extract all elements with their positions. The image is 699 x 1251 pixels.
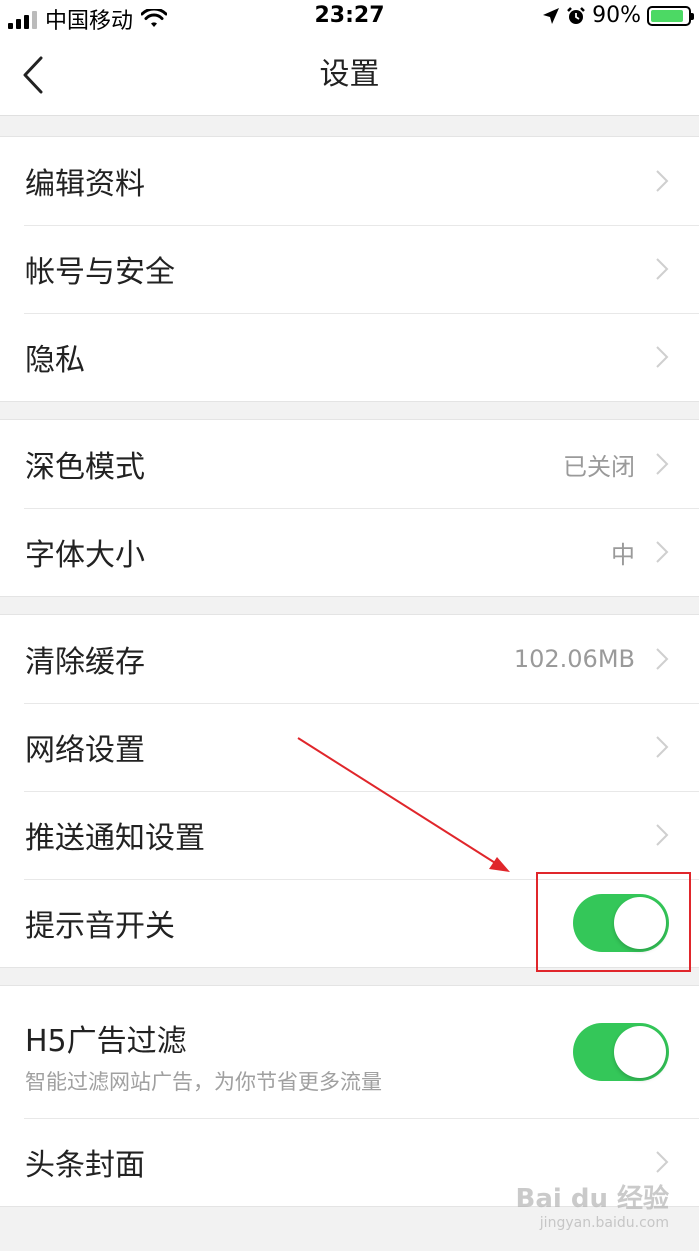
page-title: 设置 xyxy=(319,57,380,92)
battery-percent: 90% xyxy=(592,3,641,28)
status-bar: 中国移动 23:27 90% xyxy=(0,0,699,34)
annotation-highlight-box xyxy=(536,872,691,972)
settings-row-network[interactable]: 网络设置 xyxy=(0,703,699,791)
chevron-right-icon xyxy=(656,170,669,192)
settings-group-display: 深色模式 已关闭 字体大小 中 xyxy=(0,419,699,597)
battery-icon xyxy=(647,5,694,26)
chevron-right-icon xyxy=(656,1151,669,1173)
chevron-right-icon xyxy=(656,346,669,368)
settings-row-dark-mode[interactable]: 深色模式 已关闭 xyxy=(0,420,699,508)
chevron-right-icon xyxy=(656,736,669,758)
row-label: 隐私 xyxy=(25,343,85,378)
chevron-right-icon xyxy=(656,541,669,563)
row-label: H5广告过滤 xyxy=(25,1024,187,1059)
watermark-brand: Bai du 经验 xyxy=(515,1184,670,1214)
row-value: 已关闭 xyxy=(563,452,635,481)
toggle-knob xyxy=(614,1026,666,1078)
settings-row-clear-cache[interactable]: 清除缓存 102.06MB xyxy=(0,615,699,703)
row-label: 网络设置 xyxy=(25,733,145,768)
row-value: 102.06MB xyxy=(513,645,635,673)
chevron-right-icon xyxy=(656,824,669,846)
settings-row-push-notifications[interactable]: 推送通知设置 xyxy=(0,791,699,879)
settings-row-font-size[interactable]: 字体大小 中 xyxy=(0,508,699,596)
row-label: 深色模式 xyxy=(25,450,145,485)
row-sublabel: 智能过滤网站广告，为你节省更多流量 xyxy=(25,1070,382,1094)
ad-filter-toggle-switch[interactable] xyxy=(573,1023,669,1081)
row-label: 提示音开关 xyxy=(25,909,175,944)
location-icon xyxy=(543,7,560,24)
chevron-right-icon xyxy=(656,648,669,670)
settings-row-privacy[interactable]: 隐私 xyxy=(0,313,699,401)
watermark-url: jingyan.baidu.com xyxy=(539,1215,669,1231)
row-value: 中 xyxy=(611,540,635,569)
row-label: 清除缓存 xyxy=(25,645,145,680)
settings-group-content: H5广告过滤 智能过滤网站广告，为你节省更多流量 头条封面 xyxy=(0,985,699,1207)
alarm-icon xyxy=(567,6,585,24)
settings-group-account: 编辑资料 帐号与安全 隐私 xyxy=(0,136,699,402)
row-label: 推送通知设置 xyxy=(25,821,205,856)
watermark: Bai du 经验 jingyan.baidu.com xyxy=(516,1178,670,1231)
settings-row-account-security[interactable]: 帐号与安全 xyxy=(0,225,699,313)
chevron-right-icon xyxy=(656,258,669,280)
row-label: 帐号与安全 xyxy=(25,255,175,290)
row-label: 编辑资料 xyxy=(25,167,145,202)
nav-bar: 设置 xyxy=(0,34,699,116)
chevron-right-icon xyxy=(656,453,669,475)
settings-row-h5-ad-filter: H5广告过滤 智能过滤网站广告，为你节省更多流量 xyxy=(0,986,699,1118)
row-label: 头条封面 xyxy=(25,1148,145,1183)
settings-row-edit-profile[interactable]: 编辑资料 xyxy=(0,137,699,225)
row-label: 字体大小 xyxy=(25,538,145,573)
status-right: 90% xyxy=(542,3,694,28)
